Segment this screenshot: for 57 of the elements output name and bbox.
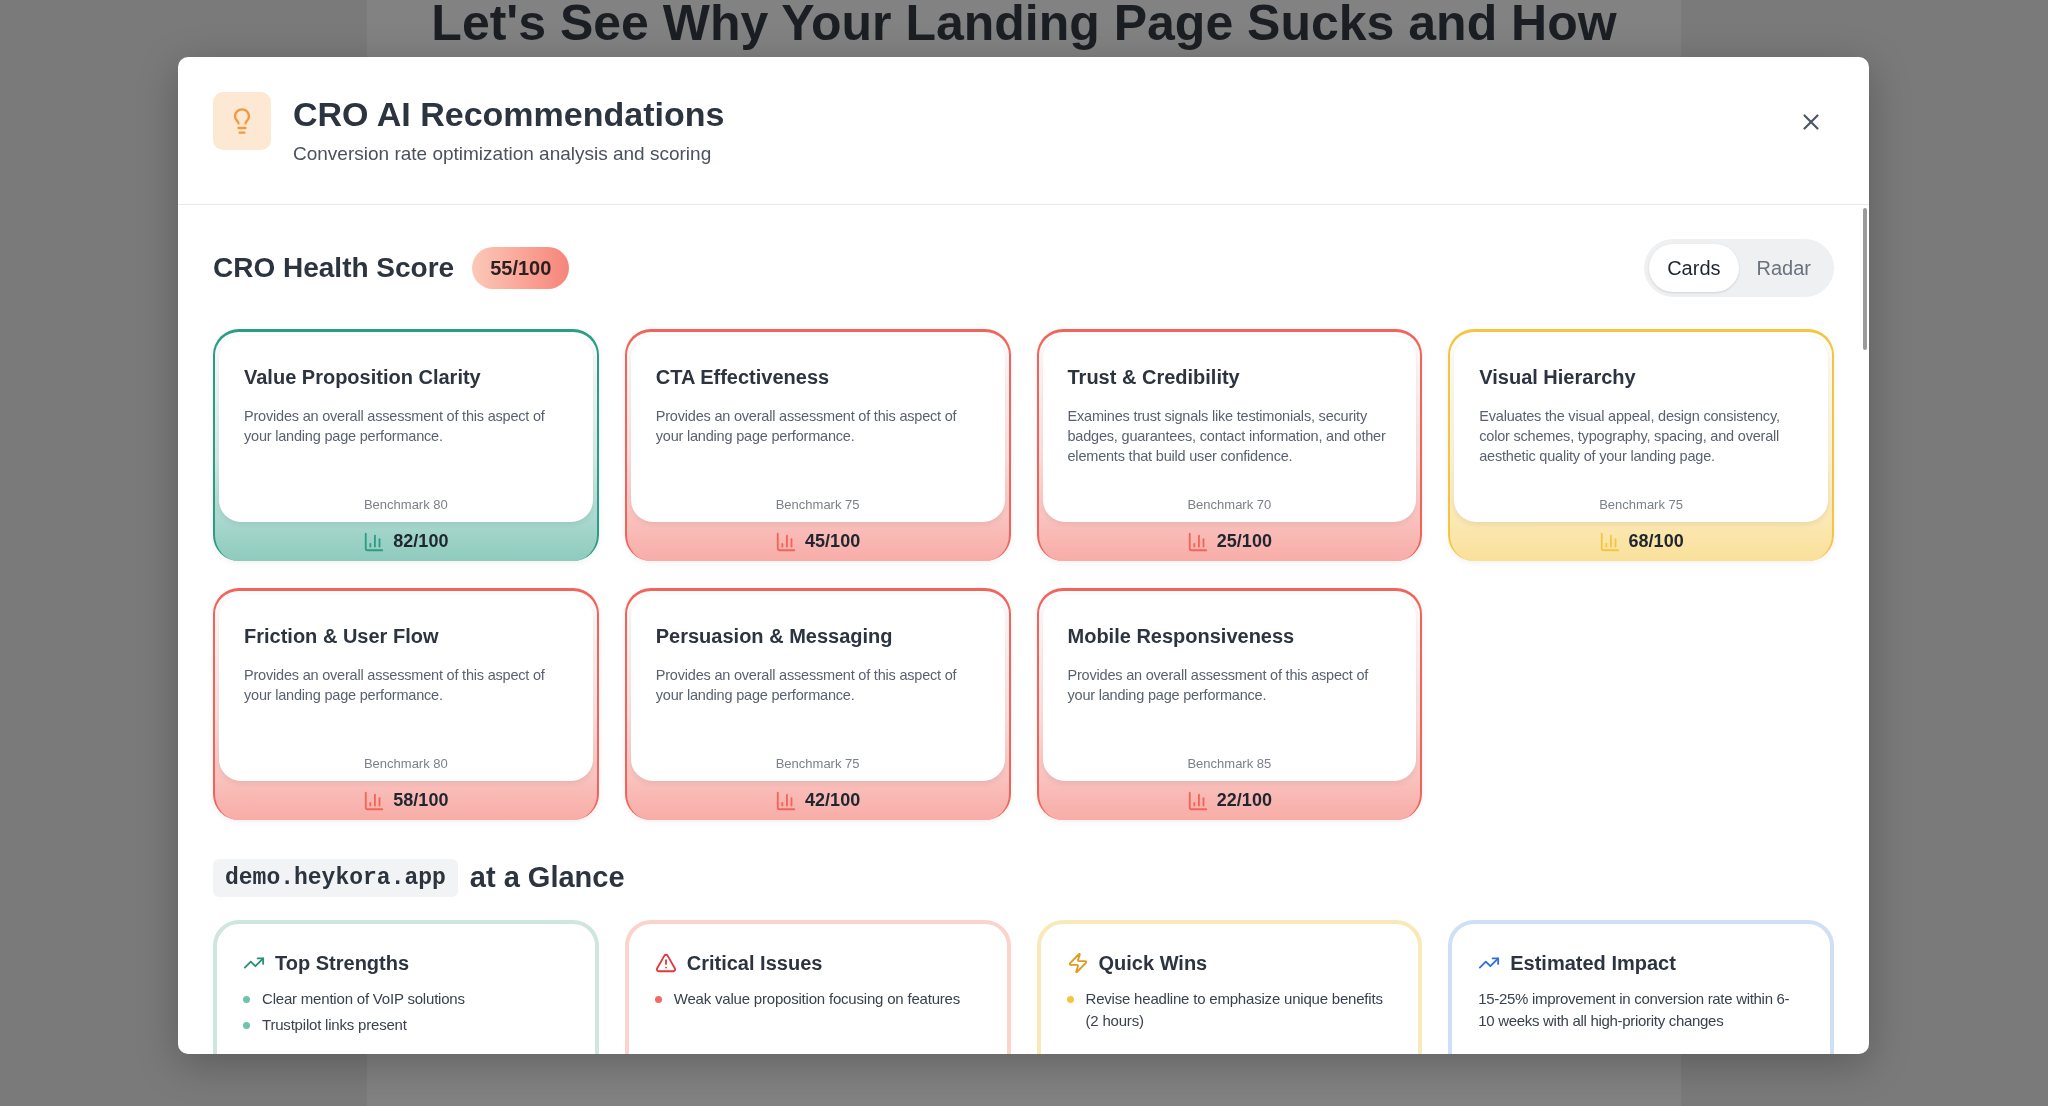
warning-icon (654, 951, 677, 974)
view-tab[interactable]: Cards (1649, 244, 1739, 292)
card-description: Provides an overall assessment of this aspect of your landing page performance. (655, 407, 958, 446)
summary-item: Clear mention of VoIP solutions (262, 988, 465, 1009)
modal-subtitle: Conversion rate optimization analysis and scoring (293, 142, 713, 166)
lightning-icon (1066, 951, 1089, 974)
summary-title: Estimated Impact (1510, 950, 1676, 976)
bar-chart-icon (775, 789, 798, 812)
benchmark-label: Benchmark 75 (1598, 495, 1685, 514)
lightbulb-icon (213, 92, 271, 150)
bar-chart-icon (363, 789, 386, 812)
score-value: 82/100 (393, 530, 449, 553)
page-heading: Let's See Why Your Landing Page Sucks and How (431, 0, 1617, 53)
score-badge: 55/100 (472, 247, 570, 289)
summary-title: Quick Wins (1098, 950, 1208, 976)
modal-title: CRO AI Recommendations (293, 94, 725, 135)
score-value: 25/100 (1216, 530, 1272, 553)
domain-label: demo.heykora.app (213, 858, 458, 897)
bar-chart-icon (363, 530, 386, 553)
bar-chart-icon (1186, 530, 1209, 553)
summary-text: 15-25% improvement in conversion rate within 6-10 weeks with all high-priority changes (1478, 988, 1791, 1031)
card-title: Trust & Credibility (1067, 365, 1241, 390)
benchmark-label: Benchmark 75 (774, 495, 861, 514)
score-value: 58/100 (393, 789, 449, 812)
summary-title: Critical Issues (686, 950, 823, 976)
score-value: 42/100 (805, 789, 861, 812)
card-description: Provides an overall assessment of this aspect of your landing page performance. (655, 666, 958, 705)
scrollbar-thumb[interactable] (1863, 208, 1867, 350)
section-title: at a Glance (469, 860, 625, 895)
benchmark-label: Benchmark 80 (362, 754, 449, 773)
card-title: CTA Effectiveness (655, 365, 831, 390)
benchmark-label: Benchmark 75 (774, 754, 861, 773)
section-title: CRO Health Score (213, 251, 455, 285)
summary-item: Trustpilot links present (262, 1014, 407, 1035)
card-title: Friction & User Flow (244, 624, 440, 649)
bar-chart-icon (1598, 530, 1621, 553)
card-title: Persuasion & Messaging (655, 624, 894, 649)
benchmark-label: Benchmark 70 (1186, 495, 1273, 514)
score-value: 45/100 (805, 530, 861, 553)
card-title: Visual Hierarchy (1479, 365, 1637, 390)
card-title: Mobile Responsiveness (1067, 624, 1296, 649)
card-description: Evaluates the visual appeal, design consistency, color schemes, typography, spacing, and overall aesthetic quality of your landing page. (1479, 407, 1781, 466)
view-tab[interactable]: Radar (1738, 244, 1829, 292)
summary-item: Revise headline to emphasize unique benefits (2 hours) (1085, 988, 1384, 1031)
summary-item: Weak value proposition focusing on features (673, 988, 961, 1009)
score-value: 68/100 (1628, 530, 1684, 553)
benchmark-label: Benchmark 85 (1186, 754, 1273, 773)
bar-chart-icon (1186, 789, 1209, 812)
card-description: Provides an overall assessment of this aspect of your landing page performance. (244, 407, 546, 446)
card-title: Value Proposition Clarity (244, 365, 482, 390)
card-description: Provides an overall assessment of this aspect of your landing page performance. (244, 666, 546, 705)
bar-chart-icon (775, 530, 798, 553)
card-description: Examines trust signals like testimonials, security badges, guarantees, contact information, and other elements that build user confidence. (1067, 407, 1387, 466)
score-value: 22/100 (1216, 789, 1272, 812)
card-description: Provides an overall assessment of this aspect of your landing page performance. (1067, 666, 1370, 705)
benchmark-label: Benchmark 80 (362, 495, 449, 514)
summary-title: Top Strengths (275, 950, 410, 976)
